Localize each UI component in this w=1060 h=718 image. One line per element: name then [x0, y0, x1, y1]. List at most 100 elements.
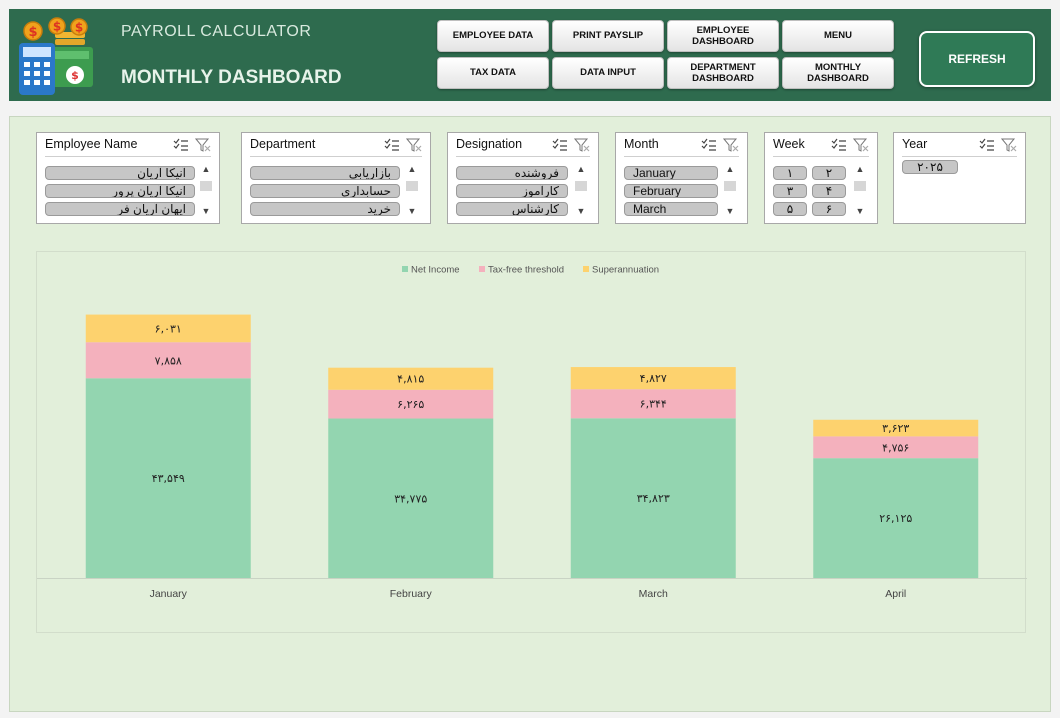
app-title: PAYROLL CALCULATOR	[121, 23, 312, 40]
slicer-item[interactable]: ۵	[773, 202, 807, 216]
clear-filter-icon[interactable]	[195, 138, 211, 152]
slicer-title: Month	[624, 137, 659, 151]
chevron-up-icon[interactable]: ▲	[574, 163, 588, 175]
slicer-scrollbar[interactable]: ▲ ▼	[199, 163, 213, 217]
chart-canvas: Net Income Tax-free threshold Superannuati…	[37, 265, 1027, 600]
legend-label: Net Income	[411, 265, 460, 276]
multi-select-icon[interactable]	[173, 138, 189, 152]
monthly-stacked-bar-chart: Net Income Tax-free threshold Superannuati…	[36, 251, 1027, 633]
data-label: ۳۴,۷۷۵	[394, 492, 427, 505]
chevron-up-icon[interactable]: ▲	[199, 163, 213, 175]
chevron-down-icon[interactable]: ▼	[574, 205, 588, 217]
legend-swatch	[479, 266, 485, 272]
clear-filter-icon[interactable]	[853, 138, 869, 152]
slicer-item[interactable]: ۴	[812, 184, 846, 198]
data-label: ۶,۳۴۴	[640, 398, 667, 411]
monthly-dashboard-button[interactable]: MONTHLY DASHBOARD	[782, 57, 894, 89]
slicer-item[interactable]: ۲۰۲۵	[902, 160, 958, 174]
slicer-department: Department بازاریابی حسابداری خرید ▲ ▼	[241, 132, 431, 224]
slicer-week: Week ۱ ۲ ۳ ۴ ۵ ۶ ▲ ▼	[764, 132, 878, 224]
multi-select-icon[interactable]	[831, 138, 847, 152]
data-label: ۶,۰۳۱	[155, 322, 182, 335]
chevron-up-icon[interactable]: ▲	[853, 163, 867, 175]
slicer-title: Designation	[456, 137, 523, 151]
svg-text:$: $	[53, 20, 61, 34]
data-label: ۲۶,۱۲۵	[879, 512, 912, 525]
multi-select-icon[interactable]	[552, 138, 568, 152]
data-input-button[interactable]: DATA INPUT	[552, 57, 664, 89]
employee-data-button[interactable]: EMPLOYEE DATA	[437, 20, 549, 52]
svg-text:$: $	[71, 69, 79, 82]
clear-filter-icon[interactable]	[406, 138, 422, 152]
slicer-item[interactable]: February	[624, 184, 718, 198]
slicer-item[interactable]: حسابداری	[250, 184, 400, 198]
slicer-item[interactable]: ایهان آریان فر	[45, 202, 195, 216]
multi-select-icon[interactable]	[384, 138, 400, 152]
print-payslip-button[interactable]: PRINT PAYSLIP	[552, 20, 664, 52]
data-label: ۶,۲۶۵	[397, 398, 424, 411]
slicer-month: Month January February March ▲ ▼	[615, 132, 748, 224]
chevron-up-icon[interactable]: ▲	[405, 163, 419, 175]
slicer-year: Year ۲۰۲۵	[893, 132, 1026, 224]
legend-label: Superannuation	[592, 265, 659, 276]
data-label: ۴,۷۵۶	[882, 441, 909, 454]
slicer-item[interactable]: ۱	[773, 166, 807, 180]
slicer-title: Employee Name	[45, 137, 138, 151]
chevron-down-icon[interactable]: ▼	[405, 205, 419, 217]
x-tick-label: March	[639, 588, 668, 600]
employee-dashboard-button[interactable]: EMPLOYEE DASHBOARD	[667, 20, 779, 52]
slicer-item[interactable]: کارآموز	[456, 184, 568, 198]
multi-select-icon[interactable]	[979, 138, 995, 152]
legend-swatch	[402, 266, 408, 272]
data-label: ۳,۶۲۳	[882, 422, 909, 435]
slicer-scrollbar[interactable]: ▲ ▼	[853, 163, 867, 217]
slicer-scrollbar[interactable]: ▲ ▼	[405, 163, 419, 217]
slicer-scrollbar[interactable]: ▲ ▼	[723, 163, 737, 217]
menu-button[interactable]: MENU	[782, 20, 894, 52]
multi-select-icon[interactable]	[701, 138, 717, 152]
chevron-down-icon[interactable]: ▼	[853, 205, 867, 217]
chevron-down-icon[interactable]: ▼	[199, 205, 213, 217]
data-label: ۷,۸۵۸	[155, 354, 182, 367]
page-title: MONTHLY DASHBOARD	[121, 67, 342, 88]
slicer-item[interactable]: March	[624, 202, 718, 216]
slicer-item[interactable]: فروشنده	[456, 166, 568, 180]
legend-swatch	[583, 266, 589, 272]
data-label: ۴,۸۱۵	[397, 373, 424, 386]
x-tick-label: February	[390, 588, 433, 600]
data-label: ۳۴,۸۲۳	[637, 492, 670, 505]
slicer-scrollbar[interactable]: ▲ ▼	[574, 163, 588, 217]
slicer-item[interactable]: ۲	[812, 166, 846, 180]
department-dashboard-button[interactable]: DEPARTMENT DASHBOARD	[667, 57, 779, 89]
svg-text:$: $	[28, 25, 37, 40]
payroll-monthly-dashboard: $ $ $ $ PAYROLL CALCULATOR MONTHLY DASHB…	[0, 0, 1060, 718]
data-label: ۴,۸۲۷	[640, 372, 667, 385]
slicer-title: Year	[902, 137, 928, 151]
tax-data-button[interactable]: TAX DATA	[437, 57, 549, 89]
slicer-item[interactable]: ۶	[812, 202, 846, 216]
slicer-item[interactable]: ۳	[773, 184, 807, 198]
x-tick-label: April	[885, 588, 906, 600]
clear-filter-icon[interactable]	[723, 138, 739, 152]
slicer-title: Department	[250, 137, 316, 151]
slicer-title: Week	[773, 137, 805, 151]
refresh-button[interactable]: REFRESH	[919, 31, 1035, 87]
slicer-item[interactable]: بازاریابی	[250, 166, 400, 180]
data-label: ۴۳,۵۴۹	[152, 472, 185, 485]
slicer-item[interactable]: کارشناس	[456, 202, 568, 216]
payroll-calculator-coins-icon: $ $ $ $	[19, 17, 93, 95]
slicer-item[interactable]: January	[624, 166, 718, 180]
slicer-item[interactable]: خرید	[250, 202, 400, 216]
clear-filter-icon[interactable]	[1001, 138, 1017, 152]
header-bar: $ $ $ $ PAYROLL CALCULATOR MONTHLY DASHB…	[9, 9, 1051, 101]
slicer-employee-name: Employee Name آنیکا آریان آنیکا آریان پر…	[36, 132, 220, 224]
slicer-item[interactable]: آنیکا آریان پرور	[45, 184, 195, 198]
legend-label: Tax-free threshold	[488, 265, 564, 276]
chevron-up-icon[interactable]: ▲	[723, 163, 737, 175]
clear-filter-icon[interactable]	[574, 138, 590, 152]
svg-text:$: $	[75, 21, 83, 35]
x-tick-label: January	[150, 588, 188, 600]
chevron-down-icon[interactable]: ▼	[723, 205, 737, 217]
slicer-item[interactable]: آنیکا آریان	[45, 166, 195, 180]
dashboard-body: Employee Name آنیکا آریان آنیکا آریان پر…	[9, 116, 1051, 712]
